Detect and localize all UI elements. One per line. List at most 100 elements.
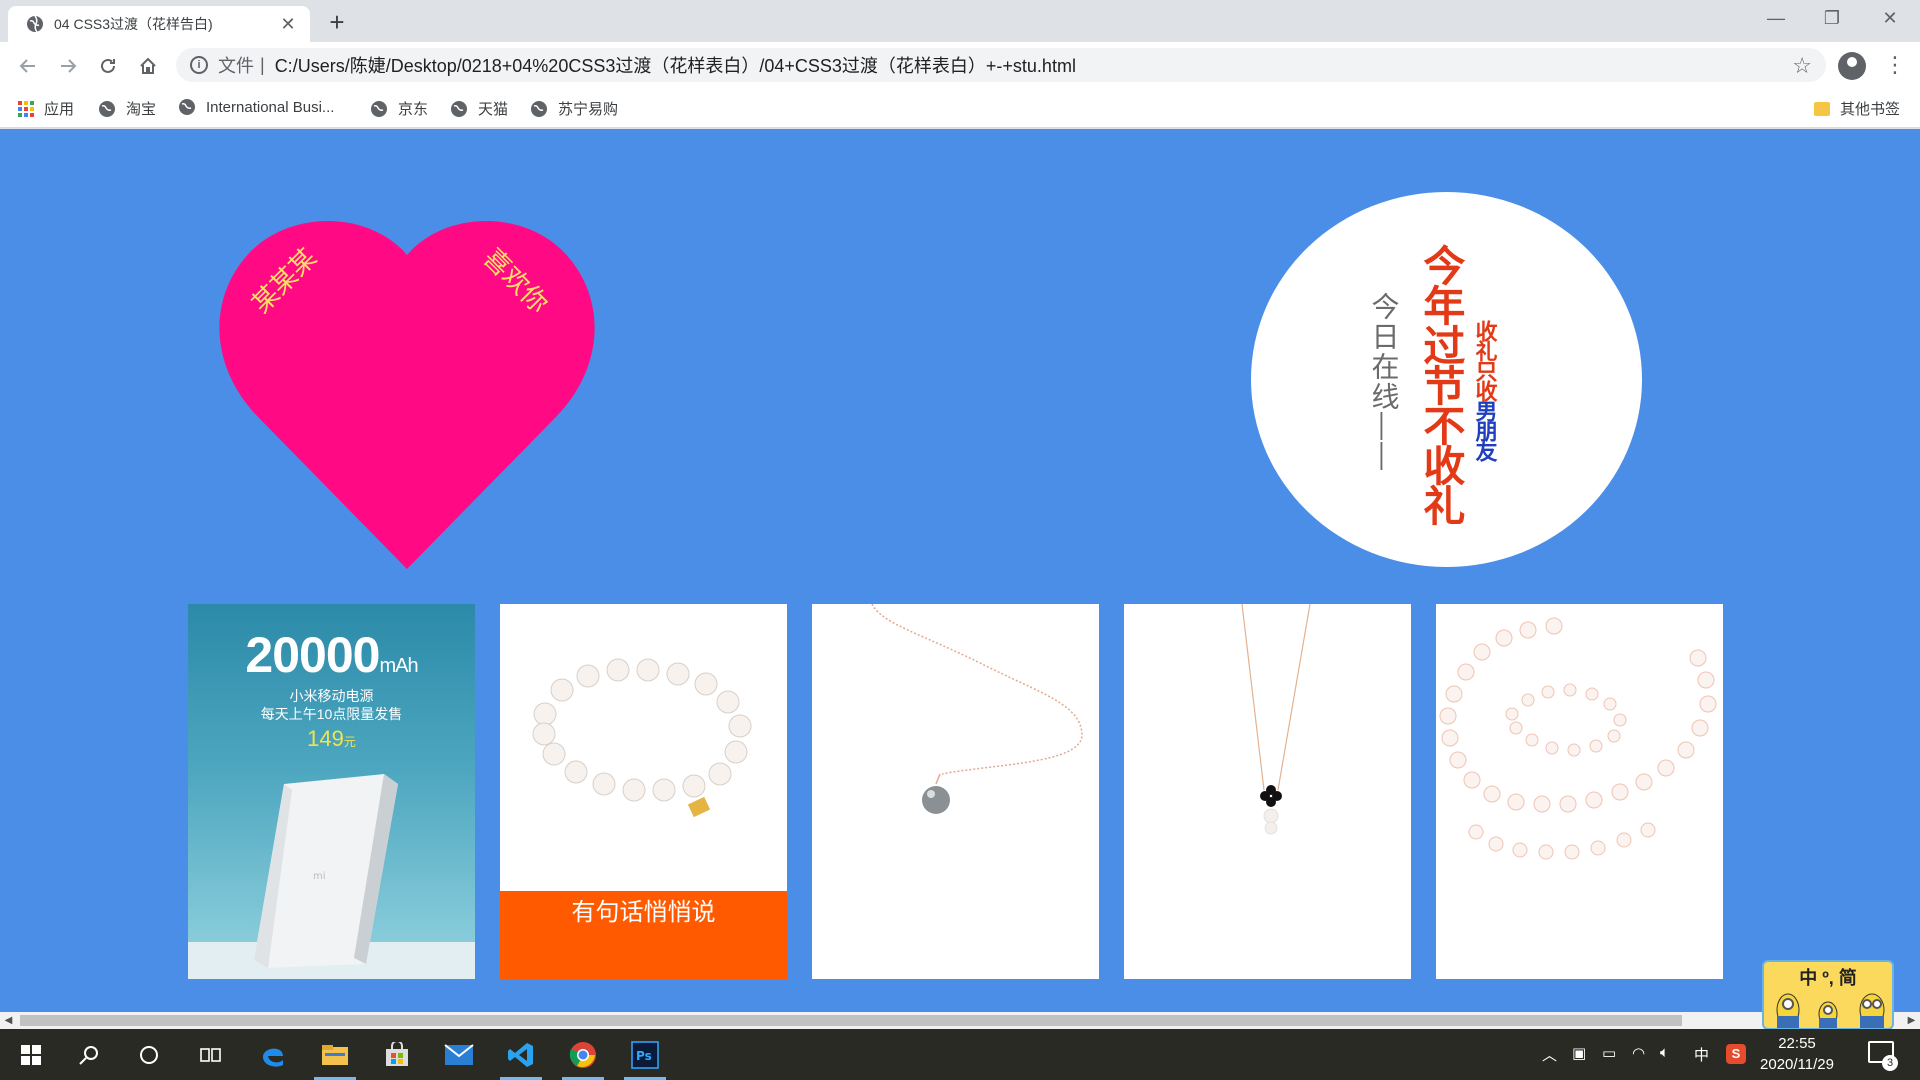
ime-status-widget[interactable]: 中 º, 简 xyxy=(1762,960,1894,1030)
bookmark-apps[interactable]: 应用 xyxy=(18,98,74,119)
product-card-pendant-clover[interactable] xyxy=(1124,604,1411,979)
battery-icon[interactable]: ▭ xyxy=(1602,1044,1616,1062)
small-red-text: 收礼只收 xyxy=(1472,320,1498,400)
forward-arrow-icon[interactable] xyxy=(52,50,84,82)
close-window-button[interactable]: ✕ xyxy=(1862,0,1918,38)
clover-pendant-image xyxy=(1124,604,1411,891)
bookmark-international-business[interactable]: International Busi... xyxy=(178,98,334,116)
bookmark-label: 应用 xyxy=(44,101,75,118)
bookmark-other[interactable]: 其他书签 xyxy=(1814,98,1900,119)
apps-grid-icon xyxy=(18,100,34,117)
scheme-label: 文件 xyxy=(218,56,254,76)
task-view-icon[interactable] xyxy=(186,1029,236,1080)
mi-logo: mi xyxy=(313,871,326,882)
gray-pendant-image xyxy=(812,604,1099,891)
globe-icon xyxy=(531,100,547,117)
pearl-set-image xyxy=(1436,604,1723,891)
scheme-separator: | xyxy=(260,54,265,75)
tab-close-icon[interactable]: ✕ xyxy=(278,14,298,35)
wifi-icon[interactable]: ◠ xyxy=(1632,1044,1645,1062)
windows-taskbar: Ps ︿ ▣ ▭ ◠ 🔈︎ 中 S 22:55 2020/11/29 3 xyxy=(0,1029,1920,1080)
heart-shape[interactable] xyxy=(208,213,606,569)
bracelet-caption[interactable]: 有句话悄悄说 xyxy=(500,891,787,979)
notification-count-badge: 3 xyxy=(1882,1055,1898,1071)
ime-mode-indicator[interactable]: 中 xyxy=(1694,1044,1709,1065)
bookmark-label: 京东 xyxy=(398,101,429,118)
tray-network-card-icon[interactable]: ▣ xyxy=(1572,1044,1586,1062)
bookmark-label: 苏宁易购 xyxy=(558,101,619,118)
bookmark-star-icon[interactable]: ☆ xyxy=(1792,53,1812,79)
product-card-pearl-set[interactable] xyxy=(1436,604,1723,979)
small-blue-text: 男朋友 xyxy=(1472,400,1498,460)
gray-column-text: 今日在线—— xyxy=(1368,292,1400,472)
profile-avatar-icon[interactable] xyxy=(1838,52,1866,80)
edge-browser-icon[interactable] xyxy=(248,1029,298,1080)
bookmark-label: 天猫 xyxy=(478,101,509,118)
svg-text:Ps: Ps xyxy=(636,1049,652,1063)
tab-strip: 04 CSS3过渡（花样告白) ✕ + — ❐ ✕ xyxy=(0,0,1920,42)
store-icon[interactable] xyxy=(372,1029,422,1080)
scrollbar-thumb[interactable] xyxy=(20,1015,1682,1026)
product-card-row: 20000mAh 小米移动电源 每天上午10点限量发售 149元 mi 有句话悄… xyxy=(188,604,1724,979)
home-icon[interactable] xyxy=(132,50,164,82)
vscode-icon[interactable] xyxy=(496,1029,546,1080)
photoshop-icon[interactable]: Ps xyxy=(620,1029,670,1080)
powerbank-line2: 每天上午10点限量发售 xyxy=(260,706,403,722)
url-text[interactable]: C:/Users/陈婕/Desktop/0218+04%20CSS3过渡（花样表… xyxy=(275,52,1076,78)
file-explorer-icon[interactable] xyxy=(310,1029,360,1080)
bookmark-suning[interactable]: 苏宁易购 xyxy=(530,98,618,119)
bookmark-taobao[interactable]: 淘宝 xyxy=(98,98,156,119)
globe-icon xyxy=(99,100,115,117)
search-icon[interactable] xyxy=(64,1029,114,1080)
powerbank-line1: 小米移动电源 xyxy=(289,688,374,704)
product-card-powerbank[interactable]: 20000mAh 小米移动电源 每天上午10点限量发售 149元 mi xyxy=(188,604,475,979)
powerbank-price: 149元 xyxy=(188,726,475,752)
scroll-right-arrow-icon[interactable]: ▶ xyxy=(1903,1012,1920,1029)
info-icon[interactable]: i xyxy=(190,56,208,74)
back-arrow-icon[interactable] xyxy=(12,50,44,82)
product-card-pendant-gray[interactable] xyxy=(812,604,1099,979)
windows-start-icon[interactable] xyxy=(6,1029,56,1080)
globe-icon xyxy=(179,99,195,115)
new-tab-button[interactable]: + xyxy=(322,8,352,38)
cortana-icon[interactable] xyxy=(124,1029,174,1080)
page-viewport: 某某某 喜欢你 今日在线—— 今年过节不收礼 收礼只收 男朋友 20000mAh… xyxy=(0,129,1920,1012)
mail-icon[interactable] xyxy=(434,1029,484,1080)
bookmark-label: International Busi... xyxy=(206,98,335,116)
address-bar[interactable]: i 文件 | C:/Users/陈婕/Desktop/0218+04%20CSS… xyxy=(176,48,1826,82)
circle-small-column: 收礼只收 男朋友 xyxy=(1472,320,1498,460)
powerbank-unit: mAh xyxy=(379,655,418,677)
bookmarks-bar: 应用 淘宝 International Busi... 京东 天猫 苏宁易购 其… xyxy=(0,88,1920,128)
browser-tab[interactable]: 04 CSS3过渡（花样告白) ✕ xyxy=(8,6,310,42)
red-column-text: 今年过节不收礼 xyxy=(1416,244,1466,524)
price-unit: 元 xyxy=(343,735,356,749)
restore-button[interactable]: ❐ xyxy=(1804,0,1860,38)
menu-kebab-icon[interactable]: ⋮ xyxy=(1884,52,1906,78)
powerbank-capacity: 20000 xyxy=(245,627,380,683)
bookmark-jd[interactable]: 京东 xyxy=(370,98,428,119)
chrome-icon[interactable] xyxy=(558,1029,608,1080)
bookmark-label: 淘宝 xyxy=(126,101,157,118)
sogou-ime-icon[interactable]: S xyxy=(1726,1044,1746,1064)
greeting-circle[interactable]: 今日在线—— 今年过节不收礼 收礼只收 男朋友 xyxy=(1251,192,1642,567)
reload-icon[interactable] xyxy=(92,50,124,82)
horizontal-scrollbar[interactable]: ◀ ▶ xyxy=(0,1012,1920,1029)
globe-icon xyxy=(27,15,43,33)
price-value: 149 xyxy=(307,726,344,751)
bookmark-label: 其他书签 xyxy=(1840,101,1901,118)
minimize-button[interactable]: — xyxy=(1748,0,1804,38)
minion-icons xyxy=(1776,993,1885,1028)
product-card-bracelet[interactable]: 有句话悄悄说 xyxy=(500,604,787,979)
bracelet-image xyxy=(500,604,787,891)
taskbar-clock[interactable]: 22:55 2020/11/29 xyxy=(1752,1033,1842,1075)
volume-icon[interactable]: 🔈︎ xyxy=(1660,1044,1669,1061)
globe-icon xyxy=(371,100,387,117)
powerbank-ad: 20000mAh 小米移动电源 每天上午10点限量发售 149元 mi xyxy=(188,604,475,979)
bookmark-tmall[interactable]: 天猫 xyxy=(450,98,508,119)
circle-gray-column: 今日在线—— xyxy=(1368,292,1400,472)
scroll-left-arrow-icon[interactable]: ◀ xyxy=(0,1012,17,1029)
tab-title: 04 CSS3过渡（花样告白) xyxy=(54,16,213,32)
tray-chevron-icon[interactable]: ︿ xyxy=(1542,1044,1557,1065)
clock-time: 22:55 xyxy=(1778,1035,1816,1052)
browser-toolbar: i 文件 | C:/Users/陈婕/Desktop/0218+04%20CSS… xyxy=(0,42,1920,88)
